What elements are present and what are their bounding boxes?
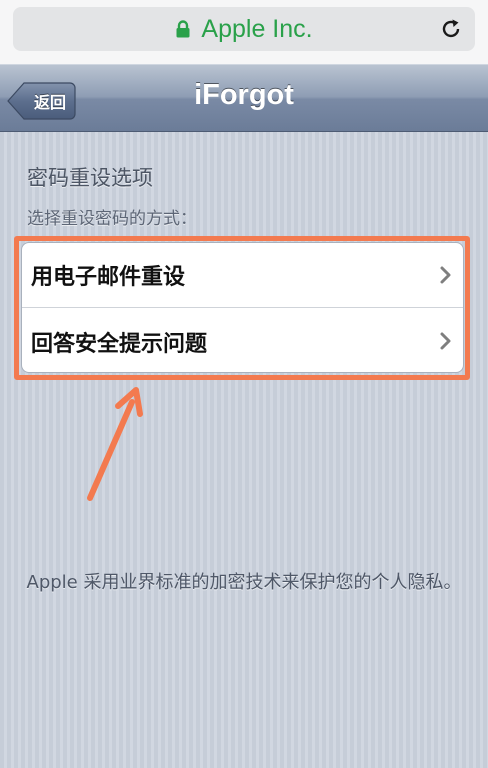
- arrow-annotation-icon: [87, 387, 143, 501]
- main-content: 密码重设选项 选择重设密码的方式： 用电子邮件重设 回答安全提示问题 Apple…: [0, 132, 488, 768]
- navigation-bar: 返回 iForgot: [0, 64, 488, 132]
- reload-icon[interactable]: [439, 17, 463, 41]
- url-text: Apple Inc.: [201, 14, 313, 43]
- highlight-annotation-box: [14, 236, 470, 380]
- section-subtitle: 选择重设密码的方式：: [27, 209, 197, 229]
- browser-toolbar: Apple Inc.: [0, 0, 488, 64]
- privacy-note: Apple 采用业界标准的加密技术来保护您的个人隐私。: [26, 572, 462, 593]
- address-bar[interactable]: Apple Inc.: [13, 7, 475, 51]
- page-title: iForgot: [194, 79, 294, 111]
- lock-icon: [175, 20, 191, 38]
- section-title: 密码重设选项: [27, 166, 153, 190]
